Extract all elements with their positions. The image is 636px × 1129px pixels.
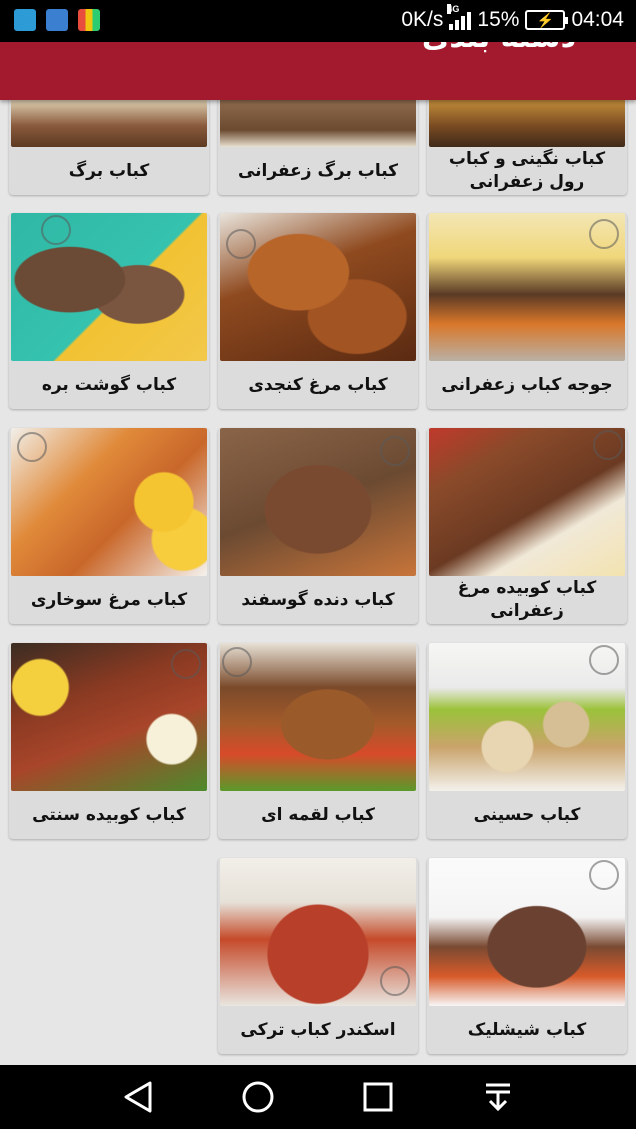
navigation-bar <box>0 1065 636 1129</box>
notification-icons <box>14 9 100 31</box>
recipe-card[interactable]: کباب برگ <box>9 100 209 195</box>
watermark-icon <box>222 647 252 677</box>
watermark-icon <box>380 436 410 466</box>
recipe-photo <box>11 213 207 361</box>
recipe-card[interactable]: کباب مرغ کنجدی <box>218 213 418 409</box>
recipe-title: اسکندر کباب ترکی <box>240 1019 396 1040</box>
network-type: 4G <box>447 4 460 14</box>
recipe-title: کباب مرغ سوخاری <box>30 589 188 610</box>
recipe-title: کباب لقمه ای <box>261 804 375 825</box>
image-icon <box>46 9 68 31</box>
app-bar: دسته بندی <box>0 42 636 100</box>
watermark-icon <box>589 645 619 675</box>
recipe-card[interactable]: کباب شیشلیک <box>427 858 627 1054</box>
recipe-photo <box>429 643 625 791</box>
recipe-title: کباب دنده گوسفند <box>241 589 395 610</box>
battery-percent: 15% <box>477 8 520 31</box>
recipe-title: جوجه کباب زعفرانی <box>441 374 613 395</box>
recipe-photo <box>429 428 625 576</box>
notification-pulldown-icon <box>486 1083 510 1112</box>
recipe-title: کباب کوبیده مرغ زعفرانی <box>457 578 597 621</box>
recipe-title: کباب برگ زعفرانی <box>237 160 399 181</box>
recipe-photo <box>220 213 416 361</box>
recipe-card[interactable]: کباب مرغ سوخاری <box>9 428 209 624</box>
recipe-photo <box>11 643 207 791</box>
watermark-icon <box>593 430 623 460</box>
recipe-card[interactable]: کباب لقمه ای <box>218 643 418 839</box>
recipe-title: کباب برگ <box>68 160 150 181</box>
recipe-card[interactable]: کباب کوبیده سنتی <box>9 643 209 839</box>
recipe-photo <box>11 100 207 147</box>
recipe-card[interactable]: کباب برگ زعفرانی <box>218 100 418 195</box>
recipe-title: کباب حسینی <box>473 804 581 825</box>
signal-icon: 4G <box>447 4 472 30</box>
recipe-photo <box>220 428 416 576</box>
recipe-title: کباب نگینی و کباب رول زعفرانی <box>448 149 606 192</box>
recipe-card[interactable]: کباب دنده گوسفند <box>218 428 418 624</box>
square-recent-icon <box>363 1082 393 1112</box>
recipe-card[interactable]: کباب کوبیده مرغ زعفرانی <box>427 428 627 624</box>
kebab-grid[interactable]: کباب برگ کباب برگ زعفرانی کباب نگینی و ک… <box>0 100 636 1065</box>
app-grid-icon <box>78 9 100 31</box>
back-button[interactable] <box>118 1080 158 1114</box>
network-speed: 0K/s <box>401 8 444 31</box>
status-right: 0K/s 4G 15% ⚡ 04:04 <box>401 4 624 32</box>
recipe-photo <box>220 643 416 791</box>
recipe-card[interactable]: جوجه کباب زعفرانی <box>427 213 627 409</box>
watermark-icon <box>17 432 47 462</box>
home-button[interactable] <box>238 1080 278 1114</box>
recipe-photo <box>220 100 416 147</box>
status-bar: 0K/s 4G 15% ⚡ 04:04 <box>0 0 636 42</box>
watermark-icon <box>380 966 410 996</box>
recipe-photo <box>220 858 416 1006</box>
circle-home-icon <box>242 1081 274 1113</box>
recipe-card[interactable]: کباب نگینی و کباب رول زعفرانی <box>427 100 627 195</box>
recipe-title: کباب کوبیده سنتی <box>32 804 186 825</box>
recipe-card[interactable]: کباب حسینی <box>427 643 627 839</box>
triangle-back-icon <box>124 1081 152 1113</box>
recipe-card[interactable]: کباب گوشت بره <box>9 213 209 409</box>
watermark-icon <box>589 860 619 890</box>
notification-pulldown-button[interactable] <box>478 1080 518 1114</box>
watermark-icon <box>41 215 71 245</box>
recipe-title: کباب مرغ کنجدی <box>248 374 388 395</box>
recipe-photo <box>11 428 207 576</box>
recipe-card[interactable]: اسکندر کباب ترکی <box>218 858 418 1054</box>
recipe-title: کباب گوشت بره <box>41 374 177 395</box>
recipe-title: کباب شیشلیک <box>467 1019 587 1040</box>
watermark-icon <box>226 229 256 259</box>
recipe-photo <box>429 858 625 1006</box>
watermark-icon <box>589 219 619 249</box>
recent-apps-button[interactable] <box>358 1080 398 1114</box>
page-title: دسته بندی <box>422 42 576 55</box>
battery-icon: ⚡ <box>525 10 569 30</box>
recipe-photo <box>429 213 625 361</box>
clock: 04:04 <box>571 8 624 31</box>
recipe-photo <box>429 100 625 147</box>
usb-icon <box>14 9 36 31</box>
watermark-icon <box>171 649 201 679</box>
